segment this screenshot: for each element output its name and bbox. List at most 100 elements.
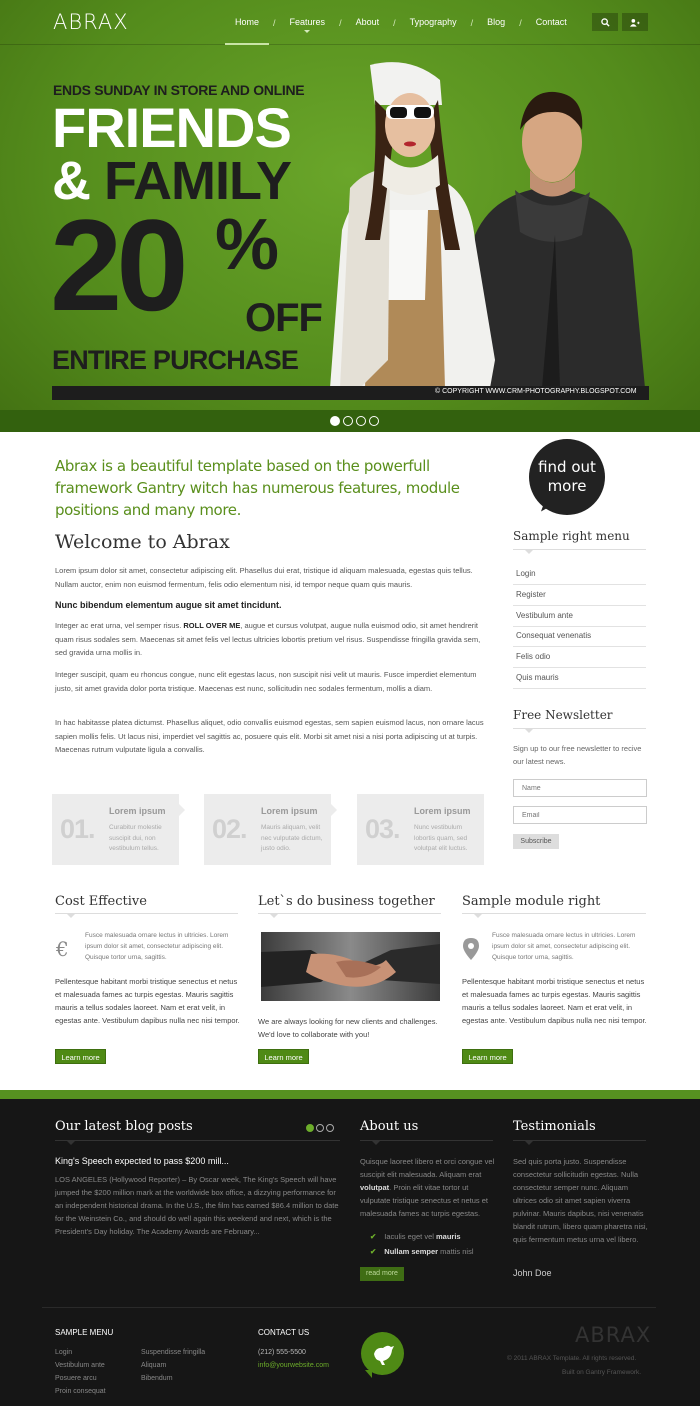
divider: [513, 728, 646, 733]
divider: [513, 1140, 646, 1145]
testimonials-title: Testimonials: [513, 1119, 596, 1134]
p2-text-a: Integer ac erat urna, vel semper risus.: [55, 621, 184, 630]
check-icon: ✔: [370, 1247, 377, 1256]
nav-separator: /: [470, 17, 474, 28]
footer-menu-vestibulum-ante[interactable]: Vestibulum ante: [55, 1359, 105, 1372]
nav-typography[interactable]: Typography: [400, 0, 467, 45]
column-2-title: Let`s do business together: [258, 894, 435, 909]
site-logo[interactable]: ABRAX: [53, 10, 129, 34]
search-icon: [600, 17, 610, 27]
banner-discount-number: 20: [50, 192, 189, 338]
nav-contact[interactable]: Contact: [526, 0, 577, 45]
bubble-tail: [365, 1370, 372, 1378]
search-button[interactable]: [592, 13, 618, 31]
newsletter-name-input[interactable]: [513, 779, 647, 797]
feature-box-1: 01. Lorem ipsum Curabitur molestie susci…: [52, 794, 185, 865]
banner-entire-purchase: ENTIRE PURCHASE: [52, 345, 299, 375]
contact-title: CONTACT US: [258, 1328, 310, 1337]
check-item-2: ✔ Nullam semper mattis nisl: [370, 1245, 500, 1258]
newsletter-email-input[interactable]: [513, 806, 647, 824]
check-item-1: ✔ Iaculis eget vel mauris: [370, 1230, 500, 1243]
footer-menu-login[interactable]: Login: [55, 1346, 72, 1359]
column-3-body: Pellentesque habitant morbi tristique se…: [462, 977, 647, 1025]
about-text-bold: volutpat: [360, 1183, 390, 1192]
divider: [55, 1140, 340, 1145]
side-menu-quis-mauris[interactable]: Quis mauris: [513, 668, 646, 689]
feature-description: Nunc vestibulum lobortis quam, sed volut…: [414, 824, 468, 852]
column-2-body: We are always looking for new clients an…: [258, 1017, 438, 1039]
column-1-title: Cost Effective: [55, 894, 147, 909]
blog-dot-2[interactable]: [316, 1124, 324, 1132]
slide-dot-1[interactable]: [330, 416, 340, 426]
subscribe-button[interactable]: Subscribe: [513, 834, 559, 849]
newsletter-title: Free Newsletter: [513, 708, 613, 722]
nav-about[interactable]: About: [346, 0, 390, 45]
footer-logo: ABRAX: [575, 1323, 652, 1347]
slide-dot-4[interactable]: [369, 416, 379, 426]
column-3-title: Sample module right: [462, 894, 601, 909]
about-us-title: About us: [360, 1119, 419, 1134]
feature-description: Mauris aliquam, velit nec vulputate dict…: [261, 824, 323, 852]
twitter-bird-badge[interactable]: [361, 1332, 404, 1375]
blog-posts-title: Our latest blog posts: [55, 1119, 193, 1134]
find-out-more-button[interactable]: find out more: [529, 439, 605, 515]
banner-off: OFF: [245, 296, 323, 340]
side-menu-register[interactable]: Register: [513, 585, 646, 606]
blog-excerpt: LOS ANGELES (Hollywood Reporter) – By Os…: [55, 1175, 339, 1236]
bird-icon: [374, 1345, 394, 1365]
welcome-paragraph-3: Integer suscipit, quam eu rhoncus congue…: [55, 670, 477, 693]
banner-percent-sign: %: [215, 205, 279, 285]
slide-dot-2[interactable]: [343, 416, 353, 426]
welcome-bold-line: Nunc bibendum elementum augue sit amet t…: [55, 600, 282, 610]
chevron-down-icon: [304, 30, 311, 33]
blog-headline-link[interactable]: King's Speech expected to pass $200 mill…: [55, 1156, 229, 1166]
footer-built-on: Built on Gantry Framework.: [562, 1369, 642, 1376]
footer-menu-suspendisse-fringilla[interactable]: Suspendisse fringilla: [141, 1346, 205, 1359]
nav-separator: /: [519, 17, 522, 28]
feature-box-3: 03. Lorem ipsum Nunc vestibulum lobortis…: [357, 794, 484, 865]
nav-features-label: Features: [289, 17, 326, 27]
box-arrow: [331, 804, 337, 816]
newsletter-text: Sign up to our free newsletter to recive…: [513, 744, 642, 766]
nav-home[interactable]: Home: [225, 0, 270, 45]
learn-more-button-2[interactable]: Learn more: [258, 1049, 309, 1064]
about-us-text: Quisque laoreet libero et orci congue ve…: [360, 1155, 496, 1220]
hero-banner: ABRAX Home / Features / About / Typograp…: [0, 0, 700, 432]
contact-phone: (212) 555-5500: [258, 1349, 306, 1356]
side-menu-felis-odio[interactable]: Felis odio: [513, 647, 646, 668]
contact-email-link[interactable]: info@yourwebsite.com: [258, 1359, 329, 1372]
top-navigation-bar: ABRAX Home / Features / About / Typograp…: [0, 0, 700, 45]
slide-dot-3[interactable]: [356, 416, 366, 426]
roll-over-me-link[interactable]: ROLL OVER ME: [183, 621, 240, 630]
nav-features[interactable]: Features: [280, 0, 336, 45]
login-button[interactable]: [622, 13, 648, 31]
feature-title: Lorem ipsum: [109, 806, 166, 816]
intro-text: Abrax is a beautiful template based on t…: [55, 457, 460, 519]
check-1-text: Iaculis eget vel: [384, 1232, 436, 1241]
feature-box-2: 02. Lorem ipsum Mauris aliquam, velit ne…: [204, 794, 337, 865]
side-menu-vestibulum-ante[interactable]: Vestibulum ante: [513, 606, 646, 627]
footer-menu-bibendum[interactable]: Bibendum: [141, 1372, 173, 1385]
read-more-button[interactable]: read more: [360, 1267, 404, 1281]
learn-more-button-3[interactable]: Learn more: [462, 1049, 513, 1064]
handshake-image: [261, 932, 440, 1001]
side-menu-consequat-venenatis[interactable]: Consequat venenatis: [513, 626, 646, 647]
nav-blog[interactable]: Blog: [477, 0, 515, 45]
divider: [513, 549, 646, 554]
side-menu-login[interactable]: Login: [513, 564, 646, 585]
feature-title: Lorem ipsum: [261, 806, 318, 816]
footer-menu-posuere-arcu[interactable]: Posuere arcu: [55, 1372, 97, 1385]
blog-dot-1[interactable]: [306, 1124, 314, 1132]
feature-description: Curabitur molestie suscipit dui, non ves…: [109, 824, 162, 852]
footer-menu-aliquam[interactable]: Aliquam: [141, 1359, 166, 1372]
footer-divider: [42, 1307, 656, 1308]
divider: [258, 913, 441, 918]
feature-number: 02.: [212, 814, 248, 844]
learn-more-button-1[interactable]: Learn more: [55, 1049, 106, 1064]
box-arrow: [179, 804, 185, 816]
nav-separator: /: [393, 17, 396, 28]
welcome-paragraph-1: Lorem ipsum dolor sit amet, consectetur …: [55, 566, 473, 589]
blog-dot-3[interactable]: [326, 1124, 334, 1132]
footer-menu-proin-consequat[interactable]: Proin consequat: [55, 1385, 106, 1398]
check-2-text: mattis nisl: [438, 1247, 474, 1256]
